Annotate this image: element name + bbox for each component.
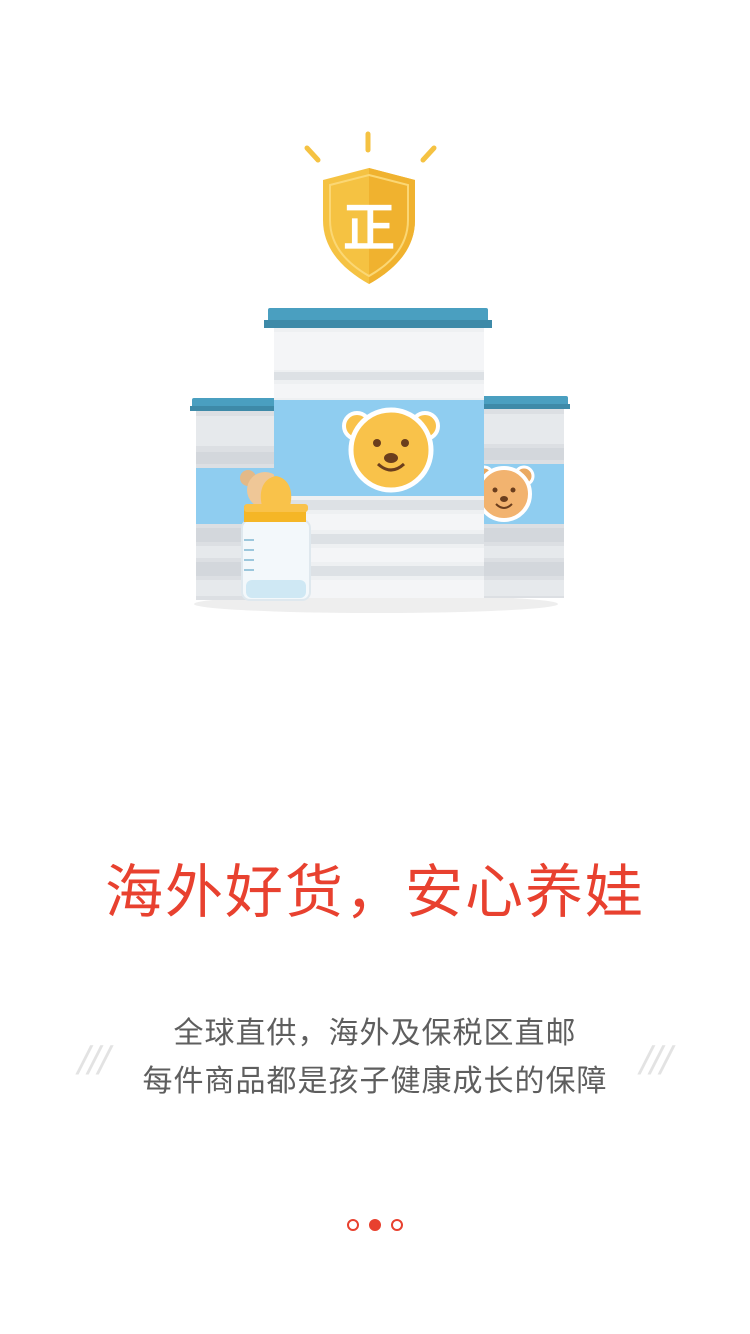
page-dot-3[interactable] bbox=[391, 1219, 403, 1231]
decorative-slashes-right: /// bbox=[640, 1039, 672, 1080]
page-indicator bbox=[0, 1219, 750, 1237]
subtitle-line-1: 全球直供，海外及保税区直邮 bbox=[173, 1016, 577, 1051]
page-dot-1[interactable] bbox=[347, 1219, 359, 1231]
page-dot-2-active[interactable] bbox=[369, 1219, 381, 1231]
subtitle-block: /// 全球直供，海外及保税区直邮 每件商品都是孩子健康成长的保障 /// bbox=[0, 1010, 750, 1110]
formula-cans-illustration: 正 bbox=[190, 131, 570, 613]
headline: 海外好货，安心养娃 bbox=[104, 858, 645, 926]
badge-text: 正 bbox=[343, 199, 395, 259]
subtitle-line-2: 每件商品都是孩子健康成长的保障 bbox=[142, 1064, 608, 1099]
shield-badge-icon: 正 bbox=[304, 131, 437, 284]
onboarding-page: 正 海外好货，安心养娃 /// 全球直供，海外及保税区直邮 每件商品都是孩子健康… bbox=[0, 0, 750, 1334]
